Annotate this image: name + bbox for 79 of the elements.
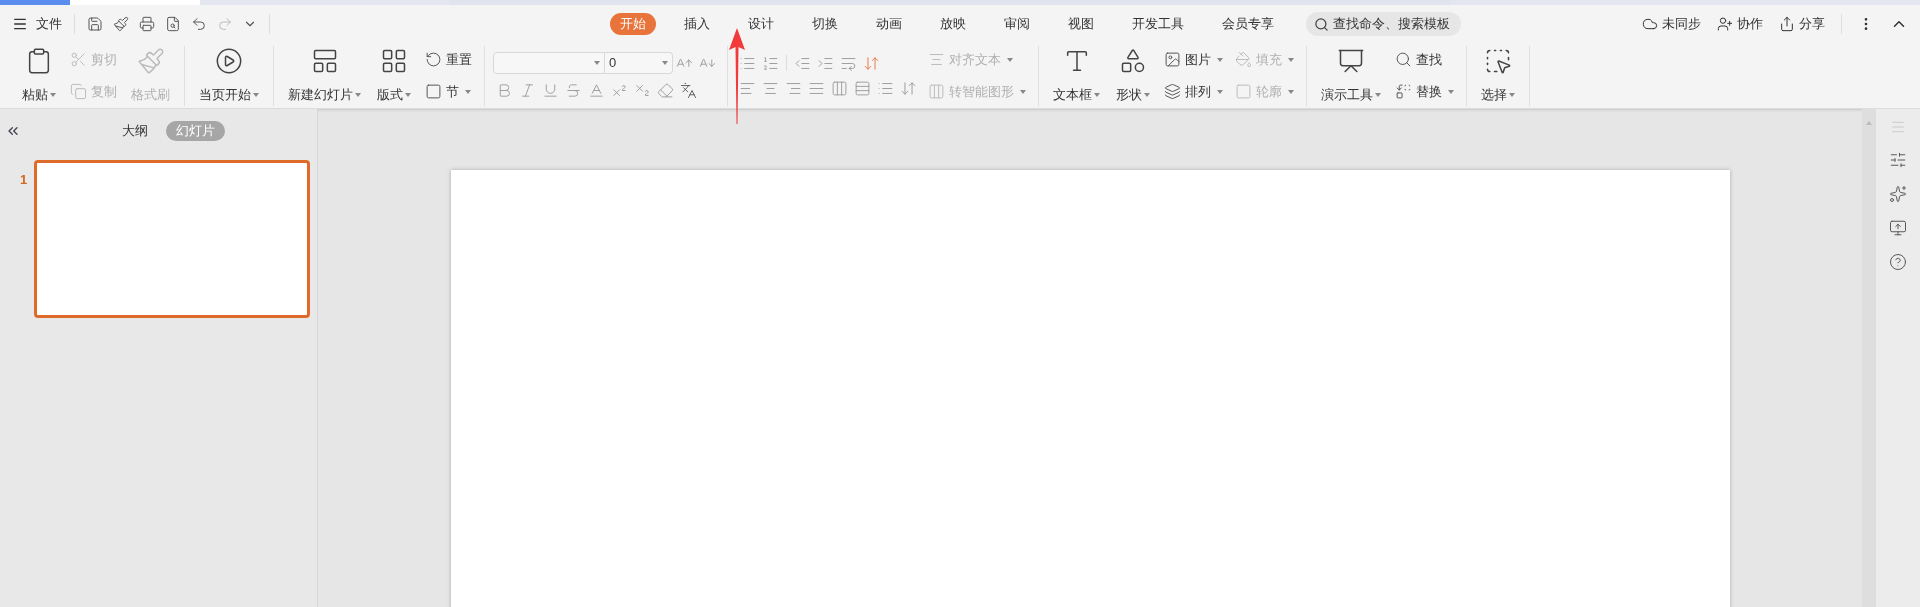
slide-number: 1 (20, 171, 28, 189)
ribbon-button[interactable]: 排列 (1160, 79, 1227, 104)
ribbon-button[interactable]: 替换 (1391, 79, 1458, 104)
scissors-icon (70, 51, 87, 68)
phonetic-icon[interactable] (680, 82, 697, 99)
ribbon-button[interactable]: 形状 (1110, 46, 1156, 105)
superscript-icon[interactable] (611, 82, 628, 99)
ribbon-tab[interactable]: 设计 (738, 13, 784, 35)
star-icon[interactable] (1889, 185, 1907, 203)
add-user-icon (1717, 16, 1733, 32)
align-text-icon (928, 51, 945, 68)
save-icon[interactable] (87, 16, 103, 32)
ribbon-tab[interactable]: 动画 (866, 13, 912, 35)
eraser-icon[interactable] (657, 82, 674, 99)
ribbon-button[interactable]: 版式 (371, 46, 417, 105)
strikethrough-icon[interactable] (565, 82, 582, 99)
search-icon (1314, 16, 1329, 32)
cloud-icon (1642, 16, 1658, 32)
ribbon-button[interactable]: 选择 (1475, 46, 1521, 105)
layers-icon (1164, 83, 1181, 100)
ribbon-tab[interactable]: 放映 (930, 13, 976, 35)
preview-icon[interactable] (165, 16, 181, 32)
ribbon-button[interactable]: 重置 (421, 47, 476, 72)
ribbon-button[interactable]: 演示工具 (1315, 46, 1387, 105)
ribbon-tab[interactable]: 插入 (674, 13, 720, 35)
font-size-field[interactable]: 0 (605, 52, 673, 74)
caret-icon (594, 61, 600, 65)
ribbon-tab[interactable]: 开发工具 (1122, 13, 1194, 35)
header-action[interactable]: 协作 (1717, 14, 1763, 34)
undo-icon[interactable] (191, 16, 207, 32)
search-field[interactable]: 查找命令、搜索模板 (1306, 12, 1461, 36)
play-icon (215, 46, 243, 75)
spacing-icon[interactable] (900, 79, 917, 97)
underline-icon[interactable] (542, 82, 559, 99)
font-name-field[interactable] (493, 52, 605, 74)
ribbon-button[interactable]: 图片 (1160, 47, 1227, 72)
ribbon-button[interactable]: 新建幻灯片 (282, 46, 367, 105)
font-color-icon[interactable] (588, 82, 605, 99)
paintbrush-icon (136, 46, 165, 75)
fill-icon (1235, 51, 1252, 68)
print-icon[interactable] (139, 16, 155, 32)
subscript-icon[interactable] (634, 82, 651, 99)
sort-icon[interactable] (863, 54, 880, 72)
share-icon (1779, 16, 1795, 32)
copy-icon (70, 83, 87, 100)
caret-icon (662, 61, 668, 65)
redo-icon[interactable] (217, 16, 233, 32)
ribbon-tab[interactable]: 切换 (802, 13, 848, 35)
reset-icon (425, 51, 442, 68)
help-icon[interactable] (1889, 253, 1907, 271)
slide-thumbnail[interactable] (34, 160, 310, 318)
menu-icon (12, 16, 28, 32)
picture-icon (1164, 51, 1181, 68)
ribbon-button[interactable]: 粘贴 (16, 46, 62, 105)
header-action[interactable]: 未同步 (1642, 14, 1701, 34)
search-icon (1395, 51, 1412, 68)
ribbon-button[interactable]: 查找 (1391, 47, 1458, 72)
ribbon-button[interactable]: 节 (421, 79, 476, 104)
italic-icon[interactable] (519, 82, 536, 99)
shapes-icon (1119, 46, 1147, 75)
file-menu[interactable]: 文件 (0, 14, 74, 34)
line-spacing-icon[interactable] (854, 79, 871, 97)
numbered-list-icon[interactable] (762, 54, 779, 72)
scrollbar[interactable] (1862, 109, 1876, 607)
ribbon-tab[interactable]: 视图 (1058, 13, 1104, 35)
header-action[interactable]: 分享 (1779, 14, 1825, 34)
ribbon-tab[interactable]: 会员专享 (1212, 13, 1284, 35)
screens-icon[interactable] (1889, 219, 1907, 237)
smart-graphic-icon (928, 83, 945, 100)
brush-icon[interactable] (113, 16, 129, 32)
ribbon-button[interactable]: 文本框 (1047, 46, 1106, 105)
scroll-up-icon[interactable] (1866, 121, 1872, 125)
panel-tab[interactable]: 大纲 (112, 121, 158, 141)
ribbon-button[interactable]: 当页开始 (193, 46, 265, 105)
handle-icon[interactable] (1890, 119, 1906, 135)
sliders-icon[interactable] (1889, 151, 1907, 169)
ribbon-tab[interactable]: 审阅 (994, 13, 1040, 35)
distribute-icon[interactable] (831, 79, 848, 97)
replace-icon (1395, 83, 1412, 100)
